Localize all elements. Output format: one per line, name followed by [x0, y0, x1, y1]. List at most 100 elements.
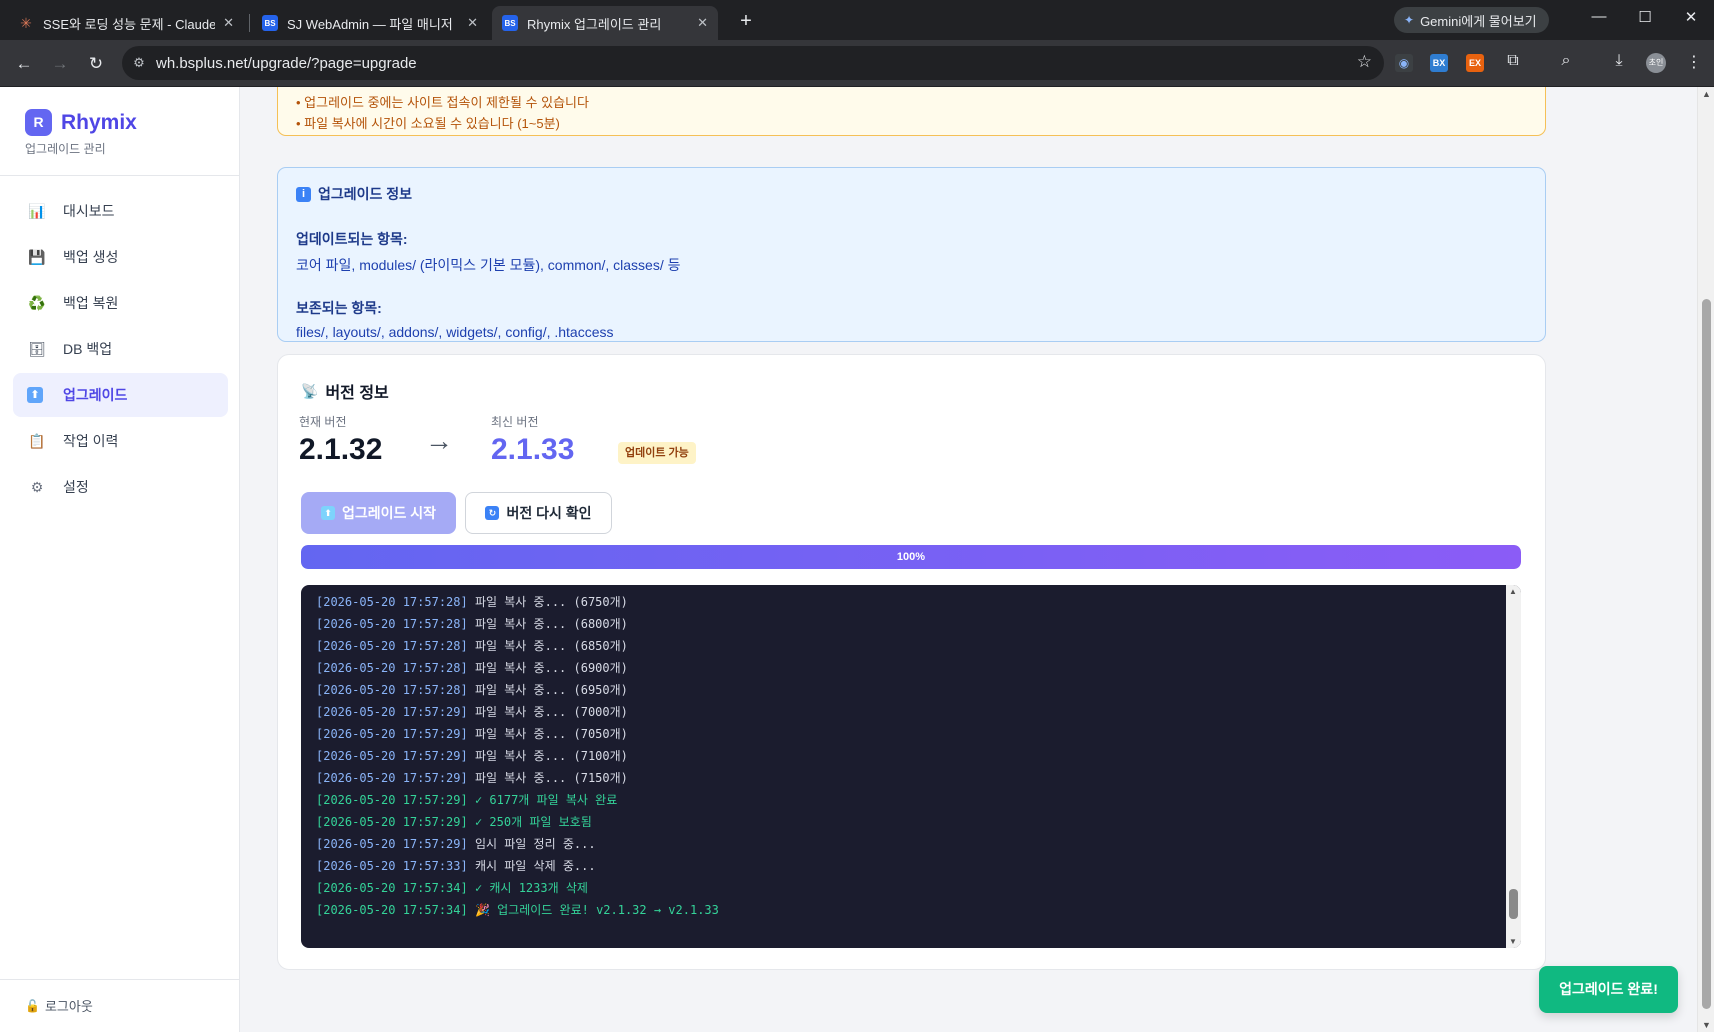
- recheck-version-button[interactable]: ↻ 버전 다시 확인: [465, 492, 612, 534]
- gear-icon: ⚙: [30, 478, 44, 495]
- close-window-icon[interactable]: ✕: [1676, 8, 1706, 26]
- bookmark-star-icon[interactable]: ☆: [1357, 52, 1372, 72]
- updated-items-text: 코어 파일, modules/ (라이믹스 기본 모듈), common/, c…: [296, 257, 681, 273]
- floppy-disk-icon: 💾: [28, 248, 46, 265]
- log-message: 파일 복사 중... (7050개): [467, 727, 628, 741]
- sidebar: R Rhymix 업그레이드 관리 📊 대시보드 💾 백업 생성 ♻️ 백업 복…: [0, 87, 240, 1032]
- upgrade-log[interactable]: [2026-05-20 17:57:28] 파일 복사 중... (6750개)…: [301, 585, 1521, 948]
- sidebar-item-label: 백업 생성: [63, 249, 119, 265]
- sidebar-item-upgrade[interactable]: ⬆ 업그레이드: [13, 373, 228, 417]
- log-line: [2026-05-20 17:57:28] 파일 복사 중... (6800개): [316, 613, 1476, 635]
- brand[interactable]: R Rhymix: [25, 109, 137, 136]
- gemini-icon: ✦: [1404, 13, 1415, 27]
- recycle-icon: ♻️: [28, 294, 46, 311]
- log-message: 파일 복사 중... (6900개): [467, 661, 628, 675]
- site-info-icon[interactable]: ⚙: [122, 55, 156, 71]
- log-line: [2026-05-20 17:57:28] 파일 복사 중... (6900개): [316, 657, 1476, 679]
- info-icon: i: [296, 186, 311, 202]
- scroll-down-icon[interactable]: ▼: [1509, 937, 1517, 946]
- upgrade-complete-toast[interactable]: 업그레이드 완료!: [1539, 966, 1678, 1013]
- menu-dots-icon[interactable]: ⋮: [1683, 52, 1705, 72]
- tab-title: SSE와 로딩 성능 문제 - Claude: [43, 16, 216, 32]
- sidebar-item-dashboard[interactable]: 📊 대시보드: [13, 189, 228, 233]
- reload-icon[interactable]: ↻: [82, 50, 110, 78]
- url-text[interactable]: wh.bsplus.net/upgrade/?page=upgrade: [156, 55, 417, 72]
- minimize-icon[interactable]: —: [1584, 8, 1614, 25]
- sidebar-footer-divider: [0, 979, 240, 980]
- sidebar-item-backup-create[interactable]: 💾 백업 생성: [13, 235, 228, 279]
- satellite-icon: 📡: [301, 382, 319, 399]
- log-line: [2026-05-20 17:57:28] 파일 복사 중... (6950개): [316, 679, 1476, 701]
- log-message: ✓ 6177개 파일 복사 완료: [467, 793, 618, 807]
- extension-eye-icon[interactable]: ◉: [1395, 54, 1413, 72]
- scroll-down-icon[interactable]: ▼: [1702, 1020, 1711, 1030]
- current-version: 현재 버전 2.1.32: [299, 413, 382, 467]
- log-scrollbar[interactable]: ▲ ▼: [1506, 585, 1521, 948]
- scroll-up-icon[interactable]: ▲: [1702, 89, 1711, 99]
- recheck-version-label: 버전 다시 확인: [506, 505, 592, 521]
- browser-tab-webadmin[interactable]: BS SJ WebAdmin — 파일 매니저 ✕: [252, 6, 488, 40]
- log-timestamp: [2026-05-20 17:57:29]: [316, 771, 468, 785]
- sidebar-item-label: 설정: [63, 479, 89, 495]
- scroll-up-icon[interactable]: ▲: [1509, 587, 1517, 596]
- log-timestamp: [2026-05-20 17:57:29]: [316, 815, 468, 829]
- log-line: [2026-05-20 17:57:34] 🎉 업그레이드 완료! v2.1.3…: [316, 899, 1476, 921]
- tab-title: Rhymix 업그레이드 관리: [527, 16, 662, 32]
- close-icon[interactable]: ✕: [223, 15, 234, 31]
- browser-tab-rhymix[interactable]: BS Rhymix 업그레이드 관리 ✕: [492, 6, 718, 40]
- new-tab-icon[interactable]: +: [732, 8, 760, 36]
- logout-link[interactable]: 🔓 로그아웃: [25, 996, 93, 1015]
- bs-favicon-icon: BS: [262, 15, 278, 31]
- log-message: ✓ 캐시 1233개 삭제: [467, 881, 588, 895]
- log-line: [2026-05-20 17:57:29] ✓ 250개 파일 보호됨: [316, 811, 1476, 833]
- tab-search-icon[interactable]: ⌕: [1555, 52, 1577, 70]
- sidebar-item-label: DB 백업: [63, 341, 113, 357]
- gemini-label: Gemini에게 물어보기: [1420, 13, 1537, 29]
- sidebar-item-backup-restore[interactable]: ♻️ 백업 복원: [13, 281, 228, 325]
- log-timestamp: [2026-05-20 17:57:28]: [316, 639, 468, 653]
- log-timestamp: [2026-05-20 17:57:29]: [316, 727, 468, 741]
- current-version-number: 2.1.32: [299, 433, 383, 466]
- log-scroll-thumb[interactable]: [1509, 889, 1518, 919]
- profile-avatar[interactable]: 초인: [1646, 53, 1666, 73]
- download-icon[interactable]: ⤓: [1608, 52, 1630, 70]
- close-icon[interactable]: ✕: [697, 15, 708, 31]
- latest-version-number: 2.1.33: [491, 433, 575, 466]
- extensions-puzzle-icon[interactable]: ⧉: [1502, 52, 1524, 70]
- close-icon[interactable]: ✕: [467, 15, 478, 31]
- start-upgrade-label: 업그레이드 시작: [341, 505, 437, 521]
- log-timestamp: [2026-05-20 17:57:34]: [316, 903, 468, 917]
- browser-tab-claude[interactable]: ✳ SSE와 로딩 성능 문제 - Claude ✕: [8, 6, 244, 40]
- page-viewport: R Rhymix 업그레이드 관리 📊 대시보드 💾 백업 생성 ♻️ 백업 복…: [0, 87, 1714, 1032]
- progress-label: 100%: [896, 551, 926, 563]
- extension-bx-icon[interactable]: BX: [1430, 54, 1448, 72]
- log-message: 파일 복사 중... (6800개): [467, 617, 628, 631]
- forward-icon[interactable]: →: [46, 50, 74, 78]
- bs-favicon-icon: BS: [502, 15, 518, 31]
- database-icon: 🗄: [28, 340, 46, 357]
- log-timestamp: [2026-05-20 17:57:28]: [316, 617, 468, 631]
- page-scrollbar[interactable]: ▲ ▼: [1697, 87, 1714, 1032]
- sidebar-item-label: 업그레이드: [63, 387, 128, 403]
- current-version-label: 현재 버전: [299, 415, 347, 429]
- warning-line: • 파일 복사에 시간이 소요될 수 있습니다 (1~5분): [296, 116, 560, 131]
- sidebar-item-settings[interactable]: ⚙ 설정: [13, 465, 228, 509]
- main-content: • 업그레이드 중에는 사이트 접속이 제한될 수 있습니다 • 파일 복사에 …: [240, 87, 1697, 1032]
- address-bar[interactable]: ⚙ wh.bsplus.net/upgrade/?page=upgrade ☆: [122, 46, 1384, 80]
- sidebar-item-history[interactable]: 📋 작업 이력: [13, 419, 228, 463]
- log-timestamp: [2026-05-20 17:57:34]: [316, 881, 468, 895]
- gemini-button[interactable]: ✦ Gemini에게 물어보기: [1394, 7, 1549, 33]
- maximize-icon[interactable]: ☐: [1630, 8, 1660, 26]
- version-card: 📡 버전 정보 현재 버전 2.1.32 → 최신 버전 2.1.33 업데이트…: [277, 354, 1546, 970]
- back-icon[interactable]: ←: [10, 50, 38, 78]
- start-upgrade-button[interactable]: ⬆ 업그레이드 시작: [301, 492, 456, 534]
- log-message: 🎉 업그레이드 완료! v2.1.32 → v2.1.33: [467, 903, 719, 917]
- page-scroll-thumb[interactable]: [1702, 299, 1711, 1009]
- warning-line: • 업그레이드 중에는 사이트 접속이 제한될 수 있습니다: [296, 95, 589, 110]
- log-line: [2026-05-20 17:57:34] ✓ 캐시 1233개 삭제: [316, 877, 1476, 899]
- extension-ex-icon[interactable]: EX: [1466, 54, 1484, 72]
- sidebar-item-db-backup[interactable]: 🗄 DB 백업: [13, 327, 228, 371]
- log-line: [2026-05-20 17:57:29] 임시 파일 정리 중...: [316, 833, 1476, 855]
- log-message: 임시 파일 정리 중...: [467, 837, 596, 851]
- log-timestamp: [2026-05-20 17:57:28]: [316, 683, 468, 697]
